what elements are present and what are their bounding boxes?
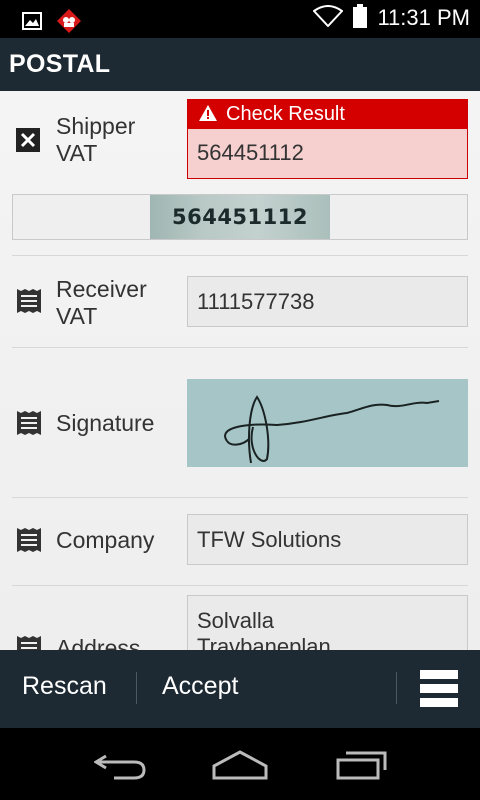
shipper-vat-label-line1: Shipper: [56, 113, 136, 139]
home-icon[interactable]: [212, 750, 268, 784]
receiver-vat-label-line2: VAT: [56, 303, 98, 329]
address-value-line2: Travbaneplan: [197, 634, 331, 650]
accept-button[interactable]: Accept: [162, 672, 238, 701]
shipper-vat-label-line2: VAT: [56, 140, 98, 166]
separator: [396, 672, 397, 704]
receiver-vat-label-line1: Receiver: [56, 276, 147, 302]
bottom-action-bar: Rescan Accept: [0, 650, 480, 728]
document-icon: [16, 636, 42, 650]
address-label: Address: [56, 635, 141, 650]
signature-image[interactable]: [187, 379, 468, 467]
battery-icon: [353, 4, 368, 32]
shipper-vat-error-field[interactable]: Check Result 564451112: [187, 99, 468, 179]
field-list[interactable]: Shipper VAT Check Result 564451112 56445…: [0, 91, 480, 650]
error-x-icon: [16, 128, 40, 156]
divider: [12, 347, 468, 348]
back-icon[interactable]: [93, 752, 146, 784]
wifi-icon: [312, 5, 344, 31]
rescan-button[interactable]: Rescan: [22, 672, 107, 701]
company-field[interactable]: TFW Solutions: [187, 514, 468, 565]
status-bar: 11:31 PM: [0, 0, 480, 38]
shipper-vat-value: 564451112: [197, 140, 304, 165]
receiver-vat-value: 1111577738: [197, 288, 315, 314]
company-value: TFW Solutions: [197, 526, 342, 552]
document-icon: [16, 411, 42, 439]
app-notification-icon: [56, 8, 82, 38]
error-header: Check Result: [188, 100, 467, 129]
error-title: Check Result: [226, 103, 345, 125]
app-title: POSTAL: [9, 50, 111, 78]
document-icon: [16, 528, 42, 556]
document-icon: [16, 289, 42, 317]
system-nav-bar: [0, 728, 480, 800]
divider: [12, 255, 468, 256]
receiver-vat-field[interactable]: 1111577738: [187, 276, 468, 327]
status-time: 11:31 PM: [377, 5, 470, 30]
divider: [12, 497, 468, 498]
receiver-vat-label: Receiver VAT: [56, 276, 147, 330]
signature-label: Signature: [56, 410, 155, 436]
shipper-vat-label: Shipper VAT: [56, 113, 135, 167]
recent-apps-icon[interactable]: [336, 748, 388, 784]
separator: [136, 672, 137, 704]
address-field[interactable]: Solvalla Travbaneplan: [187, 595, 468, 650]
scan-snippet-text: 564451112: [171, 205, 308, 229]
scan-snippet-image: 564451112: [150, 195, 330, 239]
address-value-line1: Solvalla: [197, 608, 275, 633]
shipper-vat-scan-snippet: 564451112: [12, 194, 468, 240]
warning-icon: [198, 104, 218, 126]
image-icon: [22, 12, 42, 34]
company-label: Company: [56, 527, 155, 553]
app-bar: POSTAL: [0, 38, 480, 91]
menu-icon[interactable]: [420, 670, 458, 712]
divider: [12, 585, 468, 586]
